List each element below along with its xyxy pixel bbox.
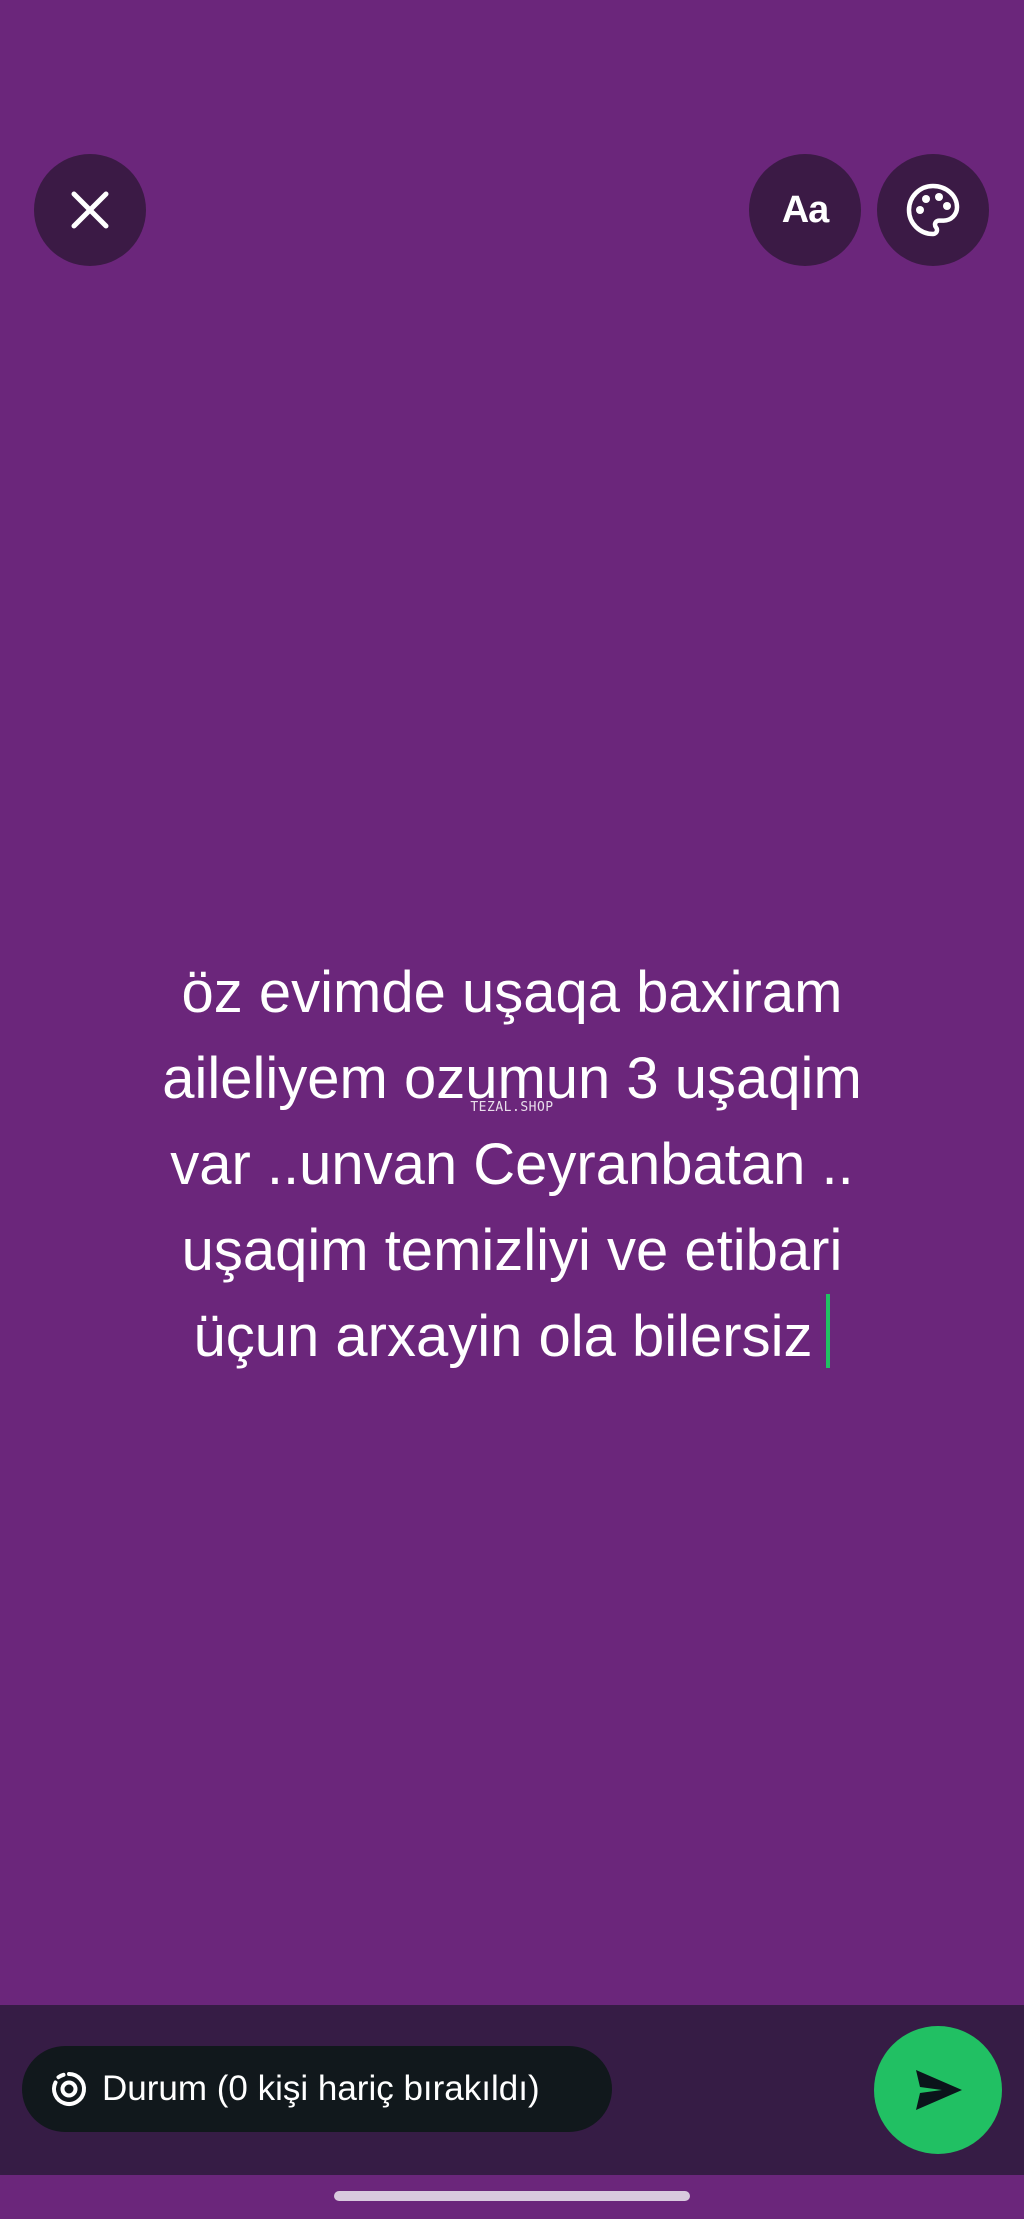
- font-style-label: Aa: [781, 188, 830, 231]
- text-caret: [826, 1294, 831, 1368]
- close-button[interactable]: [34, 154, 146, 266]
- background-color-button[interactable]: [877, 154, 989, 266]
- status-text-input[interactable]: öz evimde uşaqa baxiram aileliyem ozumun…: [90, 950, 934, 1380]
- send-button[interactable]: [874, 2026, 1002, 2154]
- font-style-button[interactable]: Aa: [749, 154, 861, 266]
- watermark: TEZAL.SHOP: [470, 1100, 554, 1115]
- audience-selector-button[interactable]: Durum (0 kişi hariç bırakıldı): [22, 2046, 612, 2132]
- home-indicator[interactable]: [334, 2191, 690, 2201]
- status-ring-icon: [52, 2072, 86, 2106]
- send-icon: [916, 2070, 962, 2110]
- status-composer-screen: Aa öz evimde uşaqa baxiram aileliyem ozu…: [0, 0, 1024, 2219]
- audience-label: Durum (0 kişi hariç bırakıldı): [102, 2069, 540, 2108]
- palette-icon: [906, 183, 960, 237]
- close-icon: [71, 191, 109, 229]
- status-text-content: öz evimde uşaqa baxiram aileliyem ozumun…: [162, 960, 862, 1369]
